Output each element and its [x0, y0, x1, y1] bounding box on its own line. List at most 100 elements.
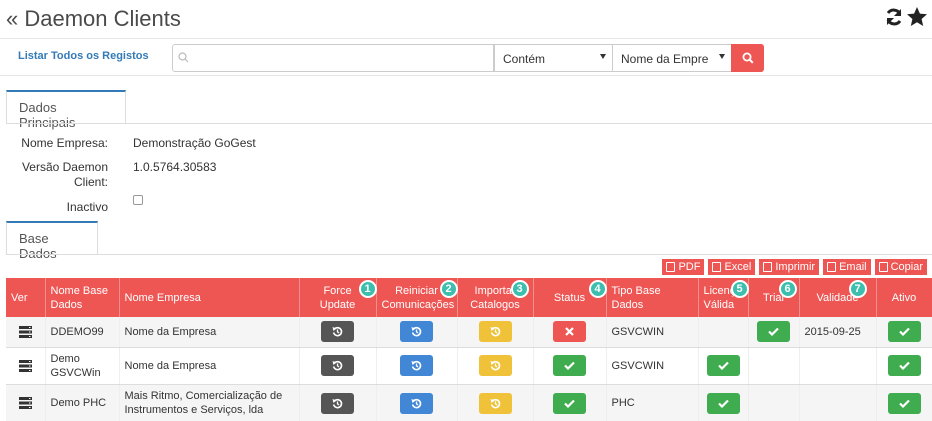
tipo-cell: PHC [606, 384, 699, 421]
print-button[interactable]: Imprimir [758, 258, 821, 276]
licenca-cell [698, 317, 749, 348]
importar-catalogos-button[interactable] [478, 392, 512, 414]
check-icon [898, 361, 910, 370]
col-licenca-valida[interactable]: Licença Válida 5 [698, 278, 749, 317]
force-update-button[interactable] [321, 392, 354, 414]
server-icon[interactable] [18, 359, 32, 372]
ativo-check-button[interactable] [887, 392, 921, 414]
col-status-label: Status [553, 291, 586, 304]
nome-empresa-cell: Nome da Empresa [119, 317, 300, 348]
reiniciar-comunicacoes-button[interactable] [400, 355, 433, 376]
col-nome-base-dados[interactable]: Nome Base Dados [45, 278, 120, 317]
reiniciar-cell [376, 317, 458, 348]
check-icon [898, 399, 910, 408]
check-icon [898, 327, 910, 337]
help-badge-3[interactable]: 3 [510, 280, 529, 298]
file-excel-icon [712, 262, 722, 272]
export-pdf-button[interactable]: PDF [661, 258, 706, 276]
database-table: Ver Nome Base Dados Nome Empresa Force Upd… [6, 278, 932, 421]
col-status[interactable]: Status 4 [533, 278, 607, 317]
col-nome-base-line1: Nome Base [50, 284, 108, 297]
star-icon[interactable] [906, 6, 928, 28]
page-title[interactable]: « Daemon Clients [6, 6, 181, 32]
status-error-button[interactable] [553, 321, 586, 343]
nome-empresa-line1: Mais Ritmo, Comercialização de [124, 390, 283, 402]
nome-base-cell: Demo PHC [45, 384, 120, 421]
reiniciar-comunicacoes-button[interactable] [400, 321, 433, 343]
help-badge-2[interactable]: 2 [439, 280, 458, 298]
copy-icon [878, 262, 888, 272]
licenca-check-button[interactable] [706, 392, 740, 414]
col-nome-base-line2: Dados [50, 298, 83, 311]
ativo-check-button[interactable] [887, 321, 921, 343]
table-row: DDEMO99 Nome da Empresa GSVCWIN 2015-09-… [6, 317, 932, 348]
status-ok-button[interactable] [553, 392, 586, 414]
col-reiniciar-line1: Reiniciar [395, 284, 438, 297]
trial-cell [748, 384, 800, 421]
server-icon[interactable] [18, 325, 32, 338]
help-badge-1[interactable]: 1 [358, 280, 377, 298]
col-ver[interactable]: Ver [6, 278, 46, 317]
caret-down-icon [600, 54, 606, 59]
operator-select[interactable]: Contém [494, 44, 613, 72]
licenca-cell [698, 347, 749, 385]
col-validade[interactable]: Validade 7 [799, 278, 877, 317]
importar-catalogos-button[interactable] [478, 321, 512, 343]
export-excel-button[interactable]: Excel [707, 258, 757, 276]
list-all-link[interactable]: Listar Todos os Registos [18, 50, 149, 62]
trial-check-button[interactable] [757, 321, 790, 343]
col-trial[interactable]: Trial 6 [748, 278, 800, 317]
importar-cell [457, 384, 534, 421]
help-badge-6[interactable]: 6 [778, 280, 797, 298]
col-importar-catalogos[interactable]: Importar Catalogos 3 [457, 278, 534, 317]
view-cell [6, 384, 46, 421]
refresh-icon[interactable] [884, 7, 904, 27]
col-force-update[interactable]: Force Update 1 [299, 278, 377, 317]
force-update-button[interactable] [321, 355, 354, 376]
help-badge-4[interactable]: 4 [588, 280, 607, 298]
email-button[interactable]: Email [822, 258, 872, 276]
caret-down-icon [719, 54, 725, 59]
reiniciar-comunicacoes-button[interactable] [400, 392, 433, 414]
col-reiniciar-comunicacoes[interactable]: Reiniciar Comunicações 2 [376, 278, 458, 317]
status-ok-button[interactable] [553, 355, 586, 376]
table-header-row: Ver Nome Base Dados Nome Empresa Force Upd… [6, 278, 932, 317]
nome-empresa-line1: Nome da Empresa [124, 359, 217, 372]
force-update-cell [299, 384, 377, 421]
col-nome-empresa[interactable]: Nome Empresa [119, 278, 300, 317]
force-update-button[interactable] [321, 321, 354, 343]
importar-cell [457, 347, 534, 385]
tab-divider [6, 254, 932, 255]
help-badge-5[interactable]: 5 [730, 280, 749, 298]
export-toolbar: PDF Excel Imprimir Email Copiar [661, 258, 928, 276]
col-licenca-line2: Válida [703, 298, 735, 311]
col-reiniciar-line2: Comunicações [381, 298, 455, 311]
validade-cell [799, 347, 877, 385]
history-icon [411, 398, 422, 408]
tab-base-dados[interactable]: Base Dados [6, 221, 98, 261]
col-tipo-base-dados[interactable]: Tipo Base Dados [606, 278, 699, 317]
search-button[interactable] [731, 44, 764, 72]
tab-dados-principais[interactable]: Dados Principais [6, 90, 126, 130]
copy-button[interactable]: Copiar [873, 258, 928, 276]
validade-cell: 2015-09-25 [799, 317, 877, 348]
licenca-cell [698, 384, 749, 421]
reiniciar-cell [376, 384, 458, 421]
help-badge-7[interactable]: 7 [848, 280, 867, 298]
nome-empresa-value: Demonstração GoGest [133, 136, 256, 150]
col-ativo[interactable]: Ativo [876, 278, 932, 317]
licenca-check-button[interactable] [706, 355, 740, 376]
field-select[interactable]: Nome da Empre [612, 44, 732, 72]
importar-catalogos-button[interactable] [478, 355, 512, 376]
server-icon[interactable] [18, 397, 32, 410]
nome-base-cell: Demo GSVCWin [45, 347, 120, 385]
trial-cell [748, 317, 800, 348]
ativo-cell [876, 384, 932, 421]
history-icon [490, 327, 500, 337]
tipo-cell: GSVCWIN [606, 347, 699, 385]
search-input[interactable] [172, 44, 494, 72]
ativo-check-button[interactable] [887, 355, 921, 376]
reiniciar-cell [376, 347, 458, 385]
inactivo-checkbox[interactable] [133, 195, 143, 205]
status-cell [533, 384, 607, 421]
